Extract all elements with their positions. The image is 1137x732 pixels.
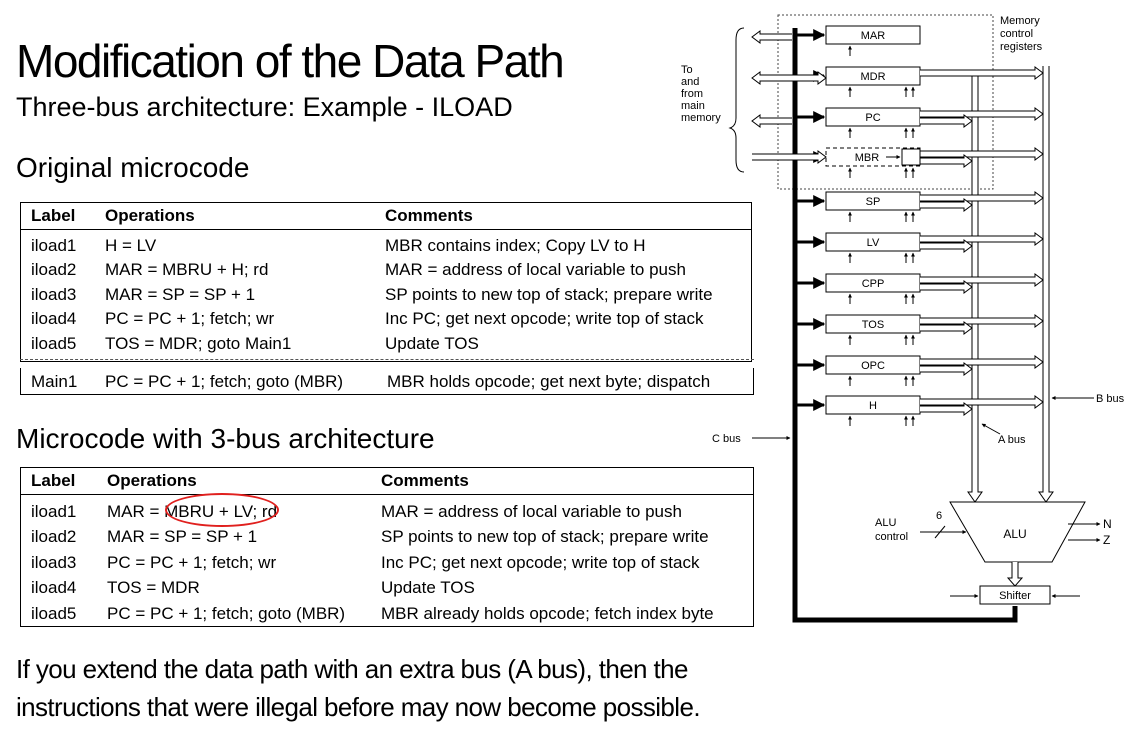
row-operations: PC = PC + 1; fetch; goto (MBR) bbox=[105, 372, 344, 391]
row-label: iload3 bbox=[31, 284, 77, 304]
row-label: iload2 bbox=[31, 527, 77, 546]
table-header-row: Label Operations Comments bbox=[20, 202, 752, 230]
row-label: Main1 bbox=[31, 372, 78, 391]
main1-row: Main1 PC = PC + 1; fetch; goto (MBR) MBR… bbox=[20, 368, 754, 395]
register-to-bus-arrow bbox=[920, 66, 1044, 80]
table-row: iload1 MAR = MBRU + LV; rd MAR = address… bbox=[21, 499, 754, 525]
shifter-label: Shifter bbox=[999, 590, 1031, 602]
n-flag-label: N bbox=[1103, 517, 1112, 531]
row-comments: MBR holds opcode; get next byte; dispatc… bbox=[387, 372, 711, 391]
original-microcode-heading: Original microcode bbox=[16, 152, 250, 183]
footer-line: instructions that were illegal before ma… bbox=[16, 692, 701, 722]
row-label: iload2 bbox=[31, 260, 77, 279]
table-row: iload5 TOS = MDR; goto Main1 Update TOS bbox=[21, 332, 752, 362]
memory-control-label: registers bbox=[1000, 41, 1043, 53]
row-operations: PC = PC + 1; fetch; wr bbox=[107, 552, 277, 572]
footer-line: If you extend the data path with an extr… bbox=[16, 654, 688, 684]
col-header-operations: Operations bbox=[95, 202, 375, 230]
table-row: iload3 PC = PC + 1; fetch; wr Inc PC; ge… bbox=[21, 550, 754, 576]
memory-note-label: main bbox=[681, 100, 705, 112]
row-label: iload5 bbox=[31, 603, 77, 623]
original-microcode-table: Label Operations Comments iload1 H = LV … bbox=[20, 202, 752, 362]
three-bus-microcode-table: Label Operations Comments iload1 MAR = M… bbox=[20, 467, 754, 627]
row-operations: MAR = SP = SP + 1 bbox=[105, 284, 256, 304]
a-bus-arrow bbox=[981, 423, 1001, 435]
pc-to-memory-arrow bbox=[751, 114, 792, 128]
row-label: iload4 bbox=[31, 578, 77, 597]
col-header-label: Label bbox=[20, 202, 95, 230]
register-tos-label: TOS bbox=[862, 319, 884, 331]
mdr-memory-arrow bbox=[751, 71, 827, 85]
table-header-row: Label Operations Comments bbox=[20, 467, 754, 495]
memory-note-label: To bbox=[681, 64, 693, 76]
alu-to-shifter-arrow bbox=[1006, 562, 1024, 587]
table-row: iload5 PC = PC + 1; fetch; goto (MBR) MB… bbox=[21, 601, 754, 627]
register-lv-label: LV bbox=[867, 237, 880, 249]
row-label: iload5 bbox=[31, 333, 77, 353]
new-microcode-heading: Microcode with 3-bus architecture bbox=[16, 423, 435, 454]
register-pc-label: PC bbox=[865, 112, 880, 124]
memory-note-label: memory bbox=[681, 112, 721, 124]
register-mar-label: MAR bbox=[861, 30, 886, 42]
row-label: iload1 bbox=[31, 235, 77, 255]
alu-control-label: control bbox=[875, 531, 908, 543]
row-label: iload3 bbox=[31, 552, 77, 572]
b-bus-label: B bus bbox=[1096, 393, 1125, 405]
mbr-inner-box bbox=[901, 148, 921, 166]
register-mdr-label: MDR bbox=[860, 71, 885, 83]
table-row: iload1 H = LV MBR contains index; Copy L… bbox=[21, 234, 752, 259]
memory-control-label: control bbox=[1000, 28, 1033, 40]
register-cpp-label: CPP bbox=[862, 278, 885, 290]
row-operations: PC = PC + 1; fetch; wr bbox=[105, 309, 275, 328]
table-separator bbox=[20, 359, 754, 360]
col-header-operations: Operations bbox=[97, 467, 371, 495]
row-operations: TOS = MDR bbox=[107, 578, 200, 597]
row-operations: PC = PC + 1; fetch; goto (MBR) bbox=[107, 603, 346, 623]
memory-control-label: Memory bbox=[1000, 15, 1040, 27]
alu-control-width-label: 6 bbox=[936, 510, 942, 522]
highlight-ellipse bbox=[165, 493, 279, 527]
data-path-diagram: MemorycontrolregistersC busB busA busToa… bbox=[681, 14, 1125, 623]
page-subtitle: Three-bus architecture: Example - ILOAD bbox=[16, 92, 513, 122]
mar-to-memory-arrow bbox=[751, 30, 792, 44]
register-opc-label: OPC bbox=[861, 360, 885, 372]
row-label: iload1 bbox=[31, 501, 77, 521]
memory-brace bbox=[728, 27, 745, 173]
b-bus-line bbox=[1038, 66, 1054, 503]
register-sp-label: SP bbox=[866, 196, 881, 208]
table-row: iload4 TOS = MDR Update TOS bbox=[21, 575, 754, 601]
memory-note-label: from bbox=[681, 88, 703, 100]
register-h-label: H bbox=[869, 400, 877, 412]
footer-text: If you extend the data path with an extr… bbox=[16, 650, 776, 726]
row-operations: MAR = MBRU + H; rd bbox=[105, 260, 269, 279]
table-row: iload4 PC = PC + 1; fetch; wr Inc PC; ge… bbox=[21, 307, 752, 332]
register-mbr-label: MBR bbox=[855, 152, 880, 164]
table-row: iload2 MAR = SP = SP + 1 SP points to ne… bbox=[21, 524, 754, 550]
col-header-label: Label bbox=[20, 467, 97, 495]
c-bus-label: C bus bbox=[712, 433, 741, 445]
z-flag-label: Z bbox=[1103, 533, 1110, 547]
table-row: iload2 MAR = MBRU + H; rd MAR = address … bbox=[21, 258, 752, 283]
table-row: iload3 MAR = SP = SP + 1 SP points to ne… bbox=[21, 283, 752, 308]
row-operations: MAR = SP = SP + 1 bbox=[107, 527, 258, 546]
memory-note-label: and bbox=[681, 76, 699, 88]
alu-control-label: ALU bbox=[875, 517, 896, 529]
row-label: iload4 bbox=[31, 309, 77, 328]
page-title: Modification of the Data Path bbox=[16, 35, 565, 87]
row-operations: H = LV bbox=[105, 235, 157, 255]
row-operations: TOS = MDR; goto Main1 bbox=[105, 333, 292, 353]
memory-to-mbr-arrow bbox=[752, 150, 827, 164]
a-bus-label: A bus bbox=[998, 434, 1026, 446]
alu-label: ALU bbox=[1003, 527, 1026, 541]
